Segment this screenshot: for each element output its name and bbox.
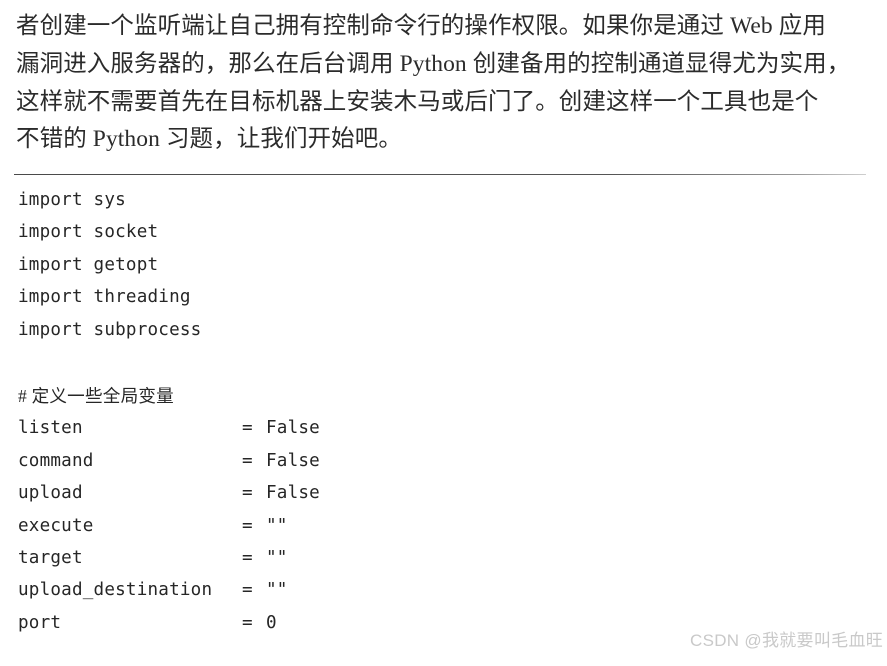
code-listing: import sys import socket import getopt i… [18, 184, 638, 639]
code-assignment-line: execute = "" [18, 510, 638, 542]
code-assignment-line: upload_destination = "" [18, 574, 638, 606]
code-comment-line: # 定义一些全局变量 [18, 385, 174, 406]
code-assignment-line: listen = False [18, 412, 638, 444]
variable-value: "" [266, 580, 288, 601]
variable-value: "" [266, 515, 288, 536]
variable-name: execute [18, 515, 94, 536]
code-line: import sys [18, 190, 126, 210]
code-assignment-line: port = 0 [18, 607, 638, 639]
variable-value: False [266, 483, 320, 504]
variable-name: target [18, 547, 83, 568]
assignment-operator: = [242, 612, 253, 633]
variable-value: False [266, 450, 320, 471]
code-line: import getopt [18, 254, 159, 275]
paragraph-line: 者创建一个监听端让自己拥有控制命令行的操作权限。如果你是通过 Web 应用 [16, 13, 826, 39]
code-assignment-line: upload = False [18, 477, 638, 509]
code-assignment-line: target = "" [18, 542, 638, 574]
code-line: import threading [18, 287, 191, 308]
variable-name: listen [18, 418, 83, 439]
code-line: import subprocess [18, 319, 202, 340]
paragraph-line: 不错的 Python 习题，让我们开始吧。 [16, 126, 402, 153]
assignment-operator: = [242, 418, 253, 439]
code-line: import socket [18, 222, 159, 243]
variable-name: upload [18, 483, 83, 504]
variable-name: upload_destination [18, 580, 213, 601]
variable-value: "" [266, 547, 288, 568]
assignment-operator: = [242, 483, 253, 504]
variable-value: False [266, 418, 320, 439]
paragraph-line: 漏洞进入服务器的，那么在后台调用 Python 创建备用的控制通道显得尤为实用， [16, 50, 851, 77]
variable-value: 0 [266, 612, 277, 633]
variable-name: command [18, 450, 94, 471]
watermark: CSDN @我就要叫毛血旺 [690, 631, 884, 650]
assignment-operator: = [242, 547, 253, 568]
paragraph-line: 这样就不需要首先在目标机器上安装木马或后门了。创建这样一个工具也是个 [16, 88, 819, 115]
section-divider [14, 174, 866, 175]
code-assignment-line: command = False [18, 445, 638, 477]
assignment-operator: = [242, 515, 253, 536]
assignment-operator: = [242, 450, 253, 471]
variable-name: port [18, 612, 62, 633]
body-paragraph: 者创建一个监听端让自己拥有控制命令行的操作权限。如果你是通过 Web 应用 漏洞… [16, 8, 871, 159]
assignment-operator: = [242, 580, 253, 601]
